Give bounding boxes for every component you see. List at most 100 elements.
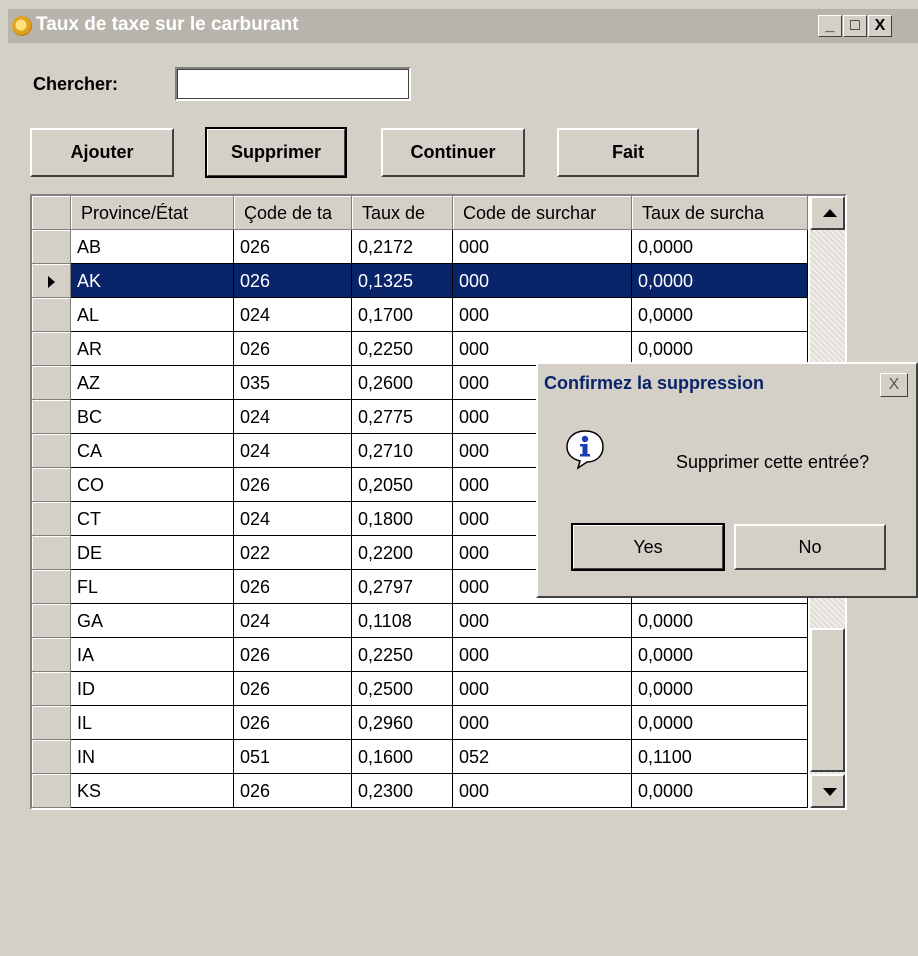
cell-surcharge-rate[interactable]: 0,0000 bbox=[632, 706, 808, 740]
cell-province[interactable]: GA bbox=[71, 604, 234, 638]
cell-tax-code[interactable]: 026 bbox=[234, 332, 352, 366]
cell-surcharge-code[interactable]: 000 bbox=[453, 230, 632, 264]
cell-province[interactable]: AB bbox=[71, 230, 234, 264]
cell-tax-code[interactable]: 051 bbox=[234, 740, 352, 774]
cell-province[interactable]: CA bbox=[71, 434, 234, 468]
cell-tax-rate[interactable]: 0,1600 bbox=[352, 740, 453, 774]
cell-tax-rate[interactable]: 0,2250 bbox=[352, 638, 453, 672]
cell-tax-rate[interactable]: 0,2500 bbox=[352, 672, 453, 706]
cell-surcharge-rate[interactable]: 0,0000 bbox=[632, 332, 808, 366]
table-row[interactable]: AR 026 0,2250 000 0,0000 bbox=[32, 332, 808, 366]
table-row[interactable]: AL 024 0,1700 000 0,0000 bbox=[32, 298, 808, 332]
cell-province[interactable]: AZ bbox=[71, 366, 234, 400]
cell-province[interactable]: IA bbox=[71, 638, 234, 672]
cell-surcharge-rate[interactable]: 0,0000 bbox=[632, 638, 808, 672]
cell-surcharge-code[interactable]: 000 bbox=[453, 774, 632, 808]
cell-tax-code[interactable]: 026 bbox=[234, 230, 352, 264]
table-row[interactable]: IN 051 0,1600 052 0,1100 bbox=[32, 740, 808, 774]
column-header-province[interactable]: Province/État bbox=[71, 196, 234, 230]
maximize-icon[interactable]: □ bbox=[843, 15, 867, 37]
cell-province[interactable]: IN bbox=[71, 740, 234, 774]
cell-surcharge-rate[interactable]: 0,0000 bbox=[632, 230, 808, 264]
row-header[interactable] bbox=[32, 604, 71, 638]
continue-button[interactable]: Continuer bbox=[381, 128, 525, 177]
yes-button[interactable]: Yes bbox=[571, 523, 725, 571]
add-button[interactable]: Ajouter bbox=[30, 128, 174, 177]
cell-province[interactable]: CO bbox=[71, 468, 234, 502]
cell-province[interactable]: FL bbox=[71, 570, 234, 604]
cell-tax-code[interactable]: 026 bbox=[234, 570, 352, 604]
cell-surcharge-rate[interactable]: 0,0000 bbox=[632, 672, 808, 706]
table-row[interactable]: KS 026 0,2300 000 0,0000 bbox=[32, 774, 808, 808]
cell-surcharge-rate[interactable]: 0,1100 bbox=[632, 740, 808, 774]
cell-tax-code[interactable]: 026 bbox=[234, 706, 352, 740]
cell-province[interactable]: AK bbox=[71, 264, 234, 298]
scroll-down-icon[interactable] bbox=[810, 774, 845, 808]
search-input[interactable] bbox=[175, 67, 411, 101]
cell-tax-code[interactable]: 024 bbox=[234, 604, 352, 638]
cell-tax-rate[interactable]: 0,2775 bbox=[352, 400, 453, 434]
row-header[interactable] bbox=[32, 502, 71, 536]
column-header-surcharge-rate[interactable]: Taux de surcha bbox=[632, 196, 808, 230]
cell-province[interactable]: IL bbox=[71, 706, 234, 740]
scroll-up-icon[interactable] bbox=[810, 196, 845, 230]
title-bar[interactable]: Taux de taxe sur le carburant _ □ X bbox=[8, 9, 918, 43]
cell-tax-code[interactable]: 024 bbox=[234, 502, 352, 536]
cell-province[interactable]: BC bbox=[71, 400, 234, 434]
table-row[interactable]: IL 026 0,2960 000 0,0000 bbox=[32, 706, 808, 740]
row-header[interactable] bbox=[32, 434, 71, 468]
cell-tax-code[interactable]: 026 bbox=[234, 638, 352, 672]
column-header-surcharge-code[interactable]: Code de surchar bbox=[453, 196, 632, 230]
row-header[interactable] bbox=[32, 638, 71, 672]
cell-tax-rate[interactable]: 0,2050 bbox=[352, 468, 453, 502]
cell-surcharge-code[interactable]: 000 bbox=[453, 672, 632, 706]
row-header[interactable] bbox=[32, 264, 71, 298]
column-header-tax-rate[interactable]: Taux de bbox=[352, 196, 453, 230]
cell-province[interactable]: KS bbox=[71, 774, 234, 808]
cell-surcharge-code[interactable]: 000 bbox=[453, 264, 632, 298]
cell-tax-code[interactable]: 022 bbox=[234, 536, 352, 570]
cell-tax-code[interactable]: 024 bbox=[234, 298, 352, 332]
cell-tax-rate[interactable]: 0,2172 bbox=[352, 230, 453, 264]
row-header[interactable] bbox=[32, 230, 71, 264]
cell-tax-rate[interactable]: 0,2600 bbox=[352, 366, 453, 400]
row-header[interactable] bbox=[32, 298, 71, 332]
dialog-close-icon[interactable]: X bbox=[880, 373, 908, 397]
cell-surcharge-rate[interactable]: 0,0000 bbox=[632, 298, 808, 332]
cell-province[interactable]: DE bbox=[71, 536, 234, 570]
cell-surcharge-code[interactable]: 000 bbox=[453, 332, 632, 366]
row-header[interactable] bbox=[32, 706, 71, 740]
row-header[interactable] bbox=[32, 400, 71, 434]
row-header[interactable] bbox=[32, 740, 71, 774]
cell-surcharge-code[interactable]: 000 bbox=[453, 298, 632, 332]
cell-tax-rate[interactable]: 0,2960 bbox=[352, 706, 453, 740]
row-header[interactable] bbox=[32, 570, 71, 604]
table-row[interactable]: IA 026 0,2250 000 0,0000 bbox=[32, 638, 808, 672]
table-row[interactable]: ID 026 0,2500 000 0,0000 bbox=[32, 672, 808, 706]
row-header[interactable] bbox=[32, 672, 71, 706]
cell-tax-code[interactable]: 026 bbox=[234, 264, 352, 298]
cell-tax-code[interactable]: 035 bbox=[234, 366, 352, 400]
table-row[interactable]: GA 024 0,1108 000 0,0000 bbox=[32, 604, 808, 638]
table-row[interactable]: AB 026 0,2172 000 0,0000 bbox=[32, 230, 808, 264]
table-row[interactable]: AK 026 0,1325 000 0,0000 bbox=[32, 264, 808, 298]
row-header[interactable] bbox=[32, 774, 71, 808]
scroll-thumb[interactable] bbox=[810, 628, 845, 772]
cell-tax-rate[interactable]: 0,2250 bbox=[352, 332, 453, 366]
row-header[interactable] bbox=[32, 366, 71, 400]
row-header[interactable] bbox=[32, 332, 71, 366]
cell-tax-code[interactable]: 026 bbox=[234, 672, 352, 706]
cell-surcharge-code[interactable]: 000 bbox=[453, 638, 632, 672]
dialog-title-bar[interactable]: Confirmez la suppression X bbox=[540, 366, 914, 402]
cell-province[interactable]: AL bbox=[71, 298, 234, 332]
cell-surcharge-code[interactable]: 000 bbox=[453, 706, 632, 740]
cell-tax-rate[interactable]: 0,1800 bbox=[352, 502, 453, 536]
cell-surcharge-code[interactable]: 000 bbox=[453, 604, 632, 638]
cell-tax-rate[interactable]: 0,1700 bbox=[352, 298, 453, 332]
cell-tax-code[interactable]: 024 bbox=[234, 434, 352, 468]
cell-tax-rate[interactable]: 0,2200 bbox=[352, 536, 453, 570]
cell-tax-rate[interactable]: 0,2710 bbox=[352, 434, 453, 468]
cell-tax-rate[interactable]: 0,1325 bbox=[352, 264, 453, 298]
cell-tax-rate[interactable]: 0,1108 bbox=[352, 604, 453, 638]
cell-province[interactable]: AR bbox=[71, 332, 234, 366]
